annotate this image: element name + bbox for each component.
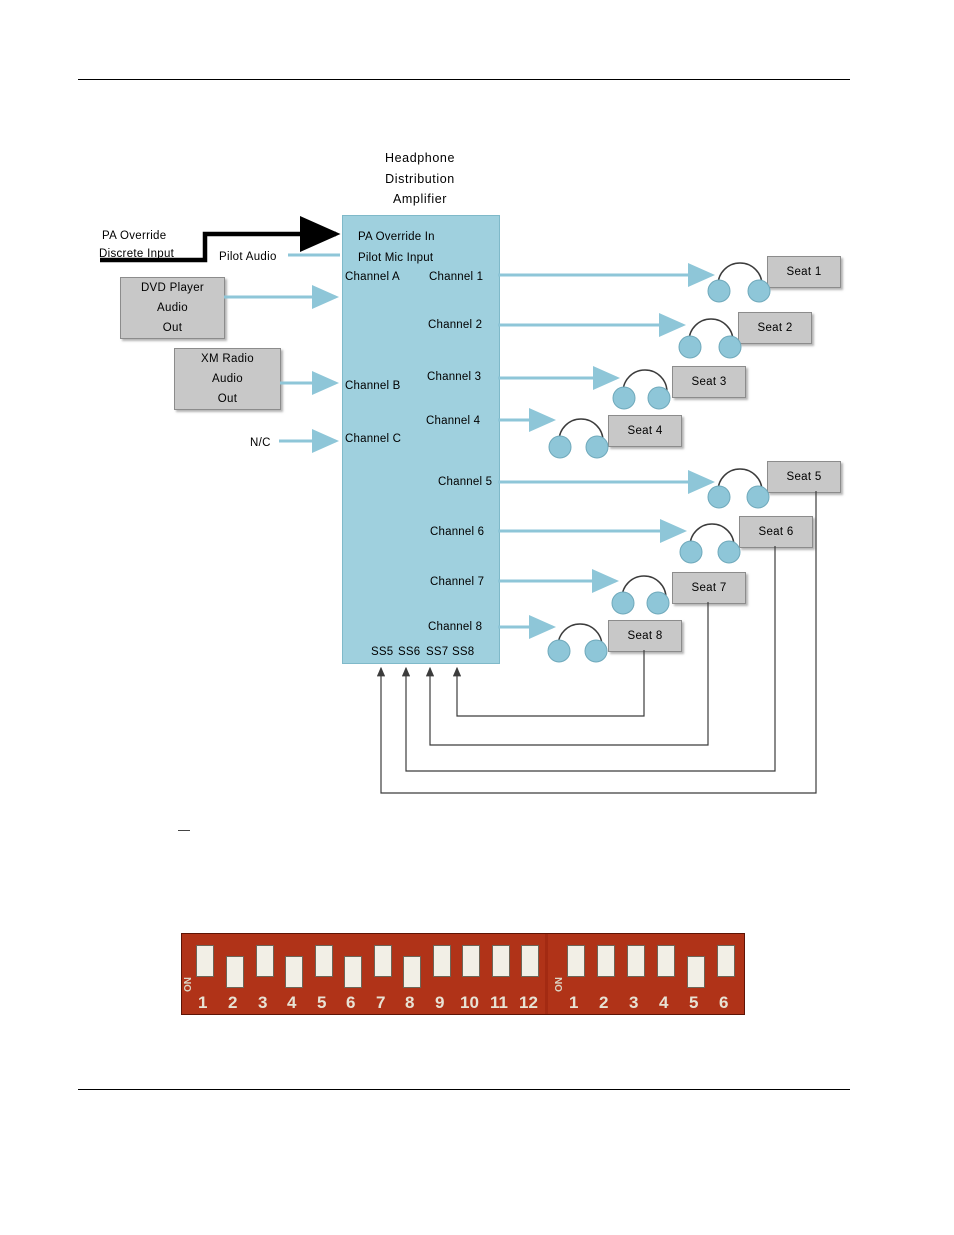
dip-switch-left-9[interactable] <box>433 945 451 977</box>
dip-number-left-2: 2 <box>228 993 238 1012</box>
dip-switch-left-11[interactable] <box>492 945 510 977</box>
dip-switch-right-6[interactable] <box>717 945 735 977</box>
dip-switch-right-2[interactable] <box>597 945 615 977</box>
amp-input-channel-c: Channel C <box>345 433 402 445</box>
dip-switch-left-5[interactable] <box>315 945 333 977</box>
amp-input-pa-override-in: PA Override In <box>358 231 435 243</box>
seat-box-7-label: Seat 7 <box>691 582 727 594</box>
dip-switch-left-4[interactable] <box>285 956 303 988</box>
dip-switch-left-6[interactable] <box>344 956 362 988</box>
dip-switch-photo: ON ON 1 2 3 4 5 6 7 8 9 10 11 12 1 2 3 4… <box>181 933 745 1015</box>
seat-box-3-label: Seat 3 <box>691 376 727 388</box>
dvd-player-line-1: DVD Player <box>140 282 205 294</box>
dip-number-left-4: 4 <box>287 993 297 1012</box>
dip-number-left-12: 12 <box>519 993 538 1012</box>
dip-number-left-10: 10 <box>460 993 479 1012</box>
dip-switch-right-3[interactable] <box>627 945 645 977</box>
amp-input-channel-b: Channel B <box>345 380 401 392</box>
dip-switch-left-10[interactable] <box>462 945 480 977</box>
amplifier-title: Headphone Distribution Amplifier <box>330 148 510 210</box>
amp-output-channel-1: Channel 1 <box>429 271 484 283</box>
seat-box-4: Seat 4 <box>608 415 682 447</box>
seat-box-7: Seat 7 <box>672 572 746 604</box>
diagram-page: Headphone Distribution Amplifier PA Over… <box>0 0 954 1235</box>
xm-radio-source-box: XM Radio Audio Out <box>174 348 281 410</box>
seat-box-8-label: Seat 8 <box>627 630 663 642</box>
amplifier-title-line-1: Headphone <box>384 151 456 165</box>
dip-number-left-9: 9 <box>435 993 445 1012</box>
amplifier-title-line-3: Amplifier <box>392 192 448 206</box>
nc-label: N/C <box>250 437 271 449</box>
dvd-player-source-box: DVD Player Audio Out <box>120 277 225 339</box>
dip-switch-left-1[interactable] <box>196 945 214 977</box>
pilot-audio-label: Pilot Audio <box>219 251 277 263</box>
dip-switch-right-1[interactable] <box>567 945 585 977</box>
xm-radio-line-2: Audio <box>212 373 243 385</box>
pa-override-label-line1: PA Override <box>102 230 167 242</box>
seat-box-5: Seat 5 <box>767 461 841 493</box>
seat-box-8: Seat 8 <box>608 620 682 652</box>
dip-switch-left-2[interactable] <box>226 956 244 988</box>
dip-on-label-right: ON <box>554 977 565 992</box>
amp-output-channel-2: Channel 2 <box>428 319 483 331</box>
seat-box-2: Seat 2 <box>738 312 812 344</box>
amp-seat-select-ss6: SS6 <box>398 646 421 658</box>
amp-seat-select-ss8: SS8 <box>452 646 475 658</box>
dip-number-right-6: 6 <box>719 993 729 1012</box>
dip-number-left-7: 7 <box>376 993 386 1012</box>
dip-switch-left-8[interactable] <box>403 956 421 988</box>
amp-input-pilot-mic-input: Pilot Mic Input <box>358 252 434 264</box>
dip-number-left-11: 11 <box>490 993 508 1012</box>
footer-rule <box>78 1089 850 1090</box>
amp-output-channel-3: Channel 3 <box>427 371 482 383</box>
amp-output-channel-7: Channel 7 <box>430 576 485 588</box>
dip-number-right-1: 1 <box>569 993 579 1012</box>
dip-switch-right-4[interactable] <box>657 945 675 977</box>
amp-input-channel-a: Channel A <box>345 271 400 283</box>
amp-seat-select-ss5: SS5 <box>371 646 394 658</box>
seat-box-1: Seat 1 <box>767 256 841 288</box>
seat-box-2-label: Seat 2 <box>757 322 793 334</box>
dip-number-right-3: 3 <box>629 993 639 1012</box>
seat-box-1-label: Seat 1 <box>786 266 822 278</box>
amp-output-channel-6: Channel 6 <box>430 526 485 538</box>
seat-box-5-label: Seat 5 <box>786 471 822 483</box>
dip-number-left-1: 1 <box>198 993 208 1012</box>
amp-output-channel-8: Channel 8 <box>428 621 483 633</box>
amp-seat-select-ss7: SS7 <box>426 646 449 658</box>
dip-on-label-left: ON <box>183 977 194 992</box>
dip-number-left-3: 3 <box>258 993 268 1012</box>
seat-box-4-label: Seat 4 <box>627 425 663 437</box>
dvd-player-line-2: Audio <box>157 302 188 314</box>
pa-override-label-line2: Discrete Input <box>99 248 175 260</box>
xm-radio-line-1: XM Radio <box>201 353 254 365</box>
amp-output-channel-5: Channel 5 <box>438 476 493 488</box>
dip-switch-left-12[interactable] <box>521 945 539 977</box>
dip-switch-left-7[interactable] <box>374 945 392 977</box>
dip-number-right-5: 5 <box>689 993 699 1012</box>
seat-box-6: Seat 6 <box>739 516 813 548</box>
dip-number-right-2: 2 <box>599 993 609 1012</box>
dip-number-left-6: 6 <box>346 993 356 1012</box>
seat-box-6-label: Seat 6 <box>758 526 794 538</box>
dip-number-left-5: 5 <box>317 993 327 1012</box>
dip-number-left-8: 8 <box>405 993 415 1012</box>
xm-radio-line-3: Out <box>217 393 238 405</box>
amp-output-channel-4: Channel 4 <box>426 415 481 427</box>
dvd-player-line-3: Out <box>162 322 183 334</box>
dip-switch-left-3[interactable] <box>256 945 274 977</box>
seat-box-3: Seat 3 <box>672 366 746 398</box>
header-rule <box>78 79 850 80</box>
stray-dash-mark <box>178 830 190 831</box>
amplifier-title-line-2: Distribution <box>385 171 455 186</box>
dip-number-right-4: 4 <box>659 993 669 1012</box>
dip-switch-right-5[interactable] <box>687 956 705 988</box>
